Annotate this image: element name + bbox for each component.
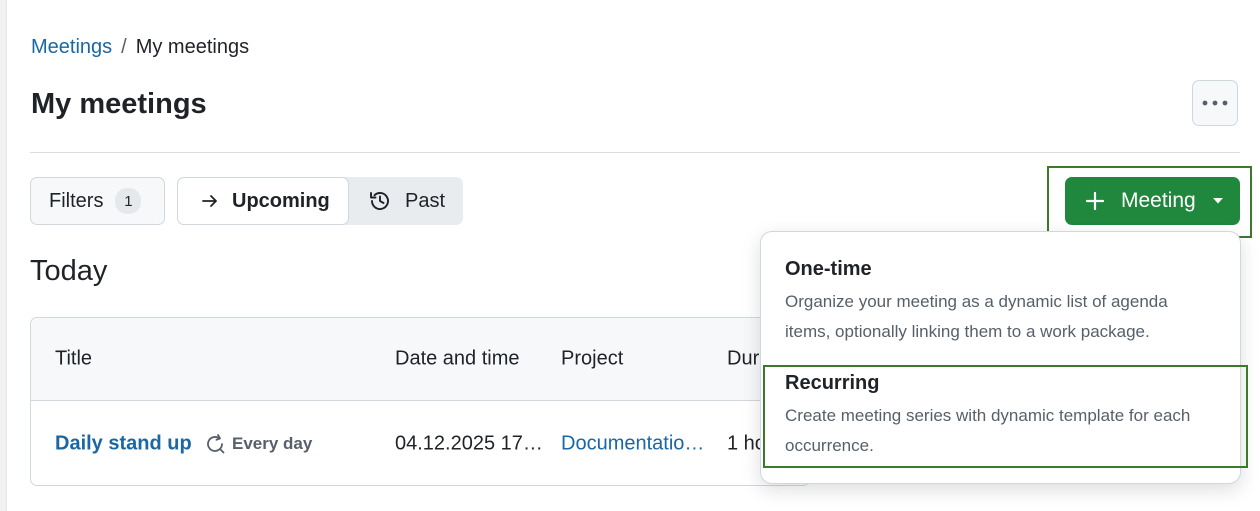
- menu-item-one-time-description: Organize your meeting as a dynamic list …: [785, 292, 1168, 341]
- meetings-table: Title Date and time Project Duration Dai…: [30, 317, 810, 486]
- page-title: My meetings: [31, 88, 207, 120]
- upcoming-label: Upcoming: [232, 189, 330, 212]
- new-meeting-button[interactable]: Meeting: [1065, 177, 1240, 225]
- past-tab[interactable]: Past: [349, 177, 445, 225]
- recurrence-indicator: Every day: [204, 433, 312, 455]
- column-header-title[interactable]: Title: [55, 348, 92, 371]
- column-header-project[interactable]: Project: [561, 348, 623, 371]
- left-sidebar-edge: [0, 0, 7, 511]
- column-header-date[interactable]: Date and time: [395, 348, 520, 371]
- table-header: Title Date and time Project Duration: [31, 318, 809, 401]
- history-icon: [370, 192, 389, 210]
- menu-item-one-time-label: One-time: [785, 258, 872, 280]
- breadcrumb: Meetings / My meetings: [31, 36, 249, 59]
- kebab-horizontal-icon: [1202, 100, 1228, 106]
- meeting-title-link[interactable]: Daily stand up: [55, 433, 192, 456]
- breadcrumb-separator: /: [121, 36, 127, 58]
- meeting-project-link[interactable]: Documentatio…: [561, 433, 704, 456]
- header-divider: [30, 152, 1240, 153]
- filters-count-badge: 1: [115, 188, 142, 214]
- recurrence-label: Every day: [232, 434, 313, 453]
- arrow-right-icon: [202, 195, 217, 207]
- time-filter-segmented-control: Upcoming Past: [177, 177, 463, 225]
- recurring-item-highlight: [763, 365, 1248, 468]
- meeting-date-time: 04.12.2025 17…: [395, 432, 543, 455]
- past-label: Past: [405, 189, 446, 212]
- sync-icon: [207, 434, 225, 454]
- filters-label: Filters: [49, 189, 104, 212]
- table-row: Daily stand up Every day 04.12.2025 17… …: [31, 401, 809, 485]
- menu-item-one-time[interactable]: One-time Organize your meeting as a dyna…: [761, 258, 1240, 347]
- breadcrumb-current: My meetings: [135, 36, 250, 58]
- breadcrumb-meetings-link[interactable]: Meetings: [31, 36, 112, 59]
- upcoming-tab[interactable]: Upcoming: [177, 177, 349, 225]
- section-title-today: Today: [30, 255, 108, 287]
- triangle-down-icon: [1212, 197, 1224, 205]
- plus-icon: [1085, 191, 1105, 211]
- filters-button[interactable]: Filters 1: [30, 177, 165, 225]
- new-meeting-label: Meeting: [1121, 189, 1196, 212]
- more-actions-button[interactable]: [1192, 80, 1238, 126]
